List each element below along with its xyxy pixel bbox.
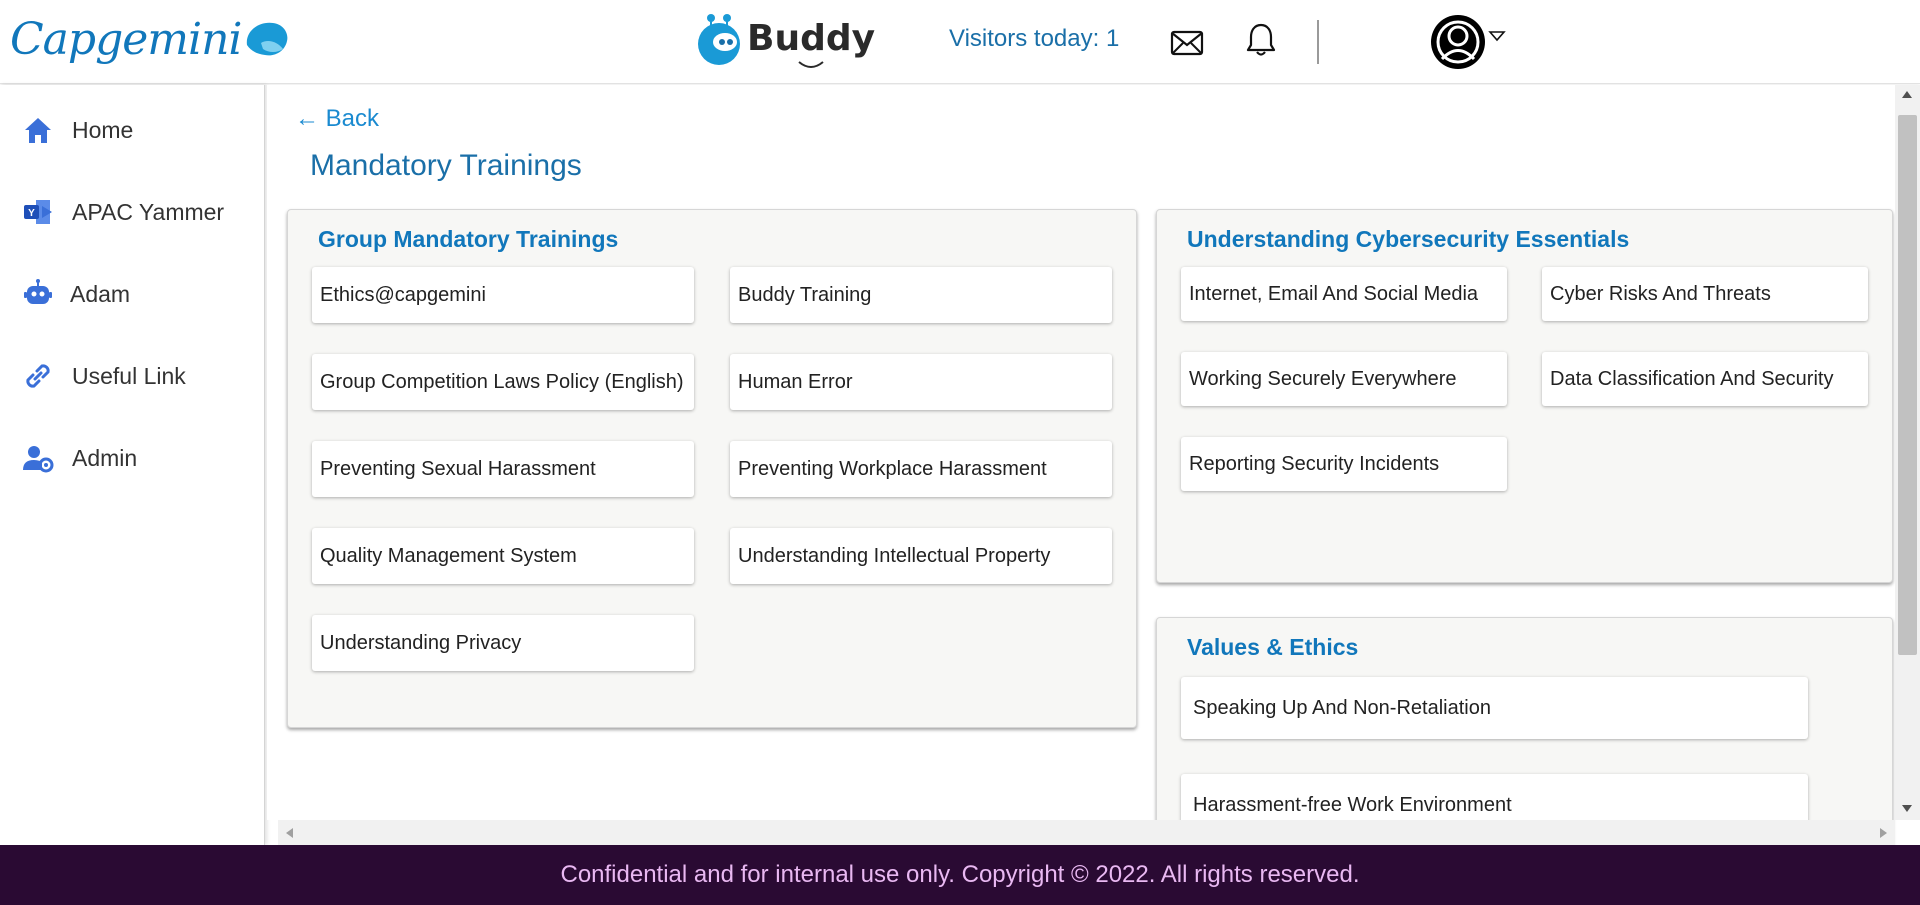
user-avatar-icon[interactable] — [1430, 14, 1486, 70]
page-title: Mandatory Trainings — [310, 149, 582, 182]
training-card[interactable]: Ethics@capgemini — [312, 267, 694, 323]
training-card[interactable]: Internet, Email And Social Media — [1181, 267, 1507, 321]
training-card[interactable]: Group Competition Laws Policy (English) — [312, 354, 694, 410]
visitors-counter: Visitors today: 1 — [949, 25, 1120, 52]
training-card[interactable]: Speaking Up And Non-Retaliation — [1181, 677, 1808, 739]
home-icon — [22, 114, 54, 146]
sidebar-item-adam[interactable]: Adam — [0, 264, 264, 324]
buddy-robot-icon — [698, 14, 740, 65]
panel-title: Understanding Cybersecurity Essentials — [1187, 226, 1630, 252]
buddy-logo[interactable]: Buddy — [697, 12, 875, 68]
training-card[interactable]: Quality Management System — [312, 528, 694, 584]
sidebar-item-admin[interactable]: Admin — [0, 428, 264, 488]
sidebar-item-label: Useful Link — [72, 362, 186, 389]
group-mandatory-trainings-panel: Group Mandatory Trainings Ethics@capgemi… — [287, 209, 1137, 728]
yammer-icon: Y — [22, 196, 54, 228]
robot-icon — [22, 278, 54, 310]
training-card[interactable]: Reporting Security Incidents — [1181, 437, 1507, 491]
training-card[interactable]: Human Error — [730, 354, 1112, 410]
brand-name: Capgemini — [10, 14, 242, 65]
mail-icon[interactable] — [1170, 30, 1204, 56]
training-card[interactable]: Working Securely Everywhere — [1181, 352, 1507, 406]
panel-title: Group Mandatory Trainings — [318, 226, 619, 252]
horizontal-scrollbar[interactable] — [278, 820, 1895, 845]
header-divider — [1317, 20, 1319, 64]
main-content: ← Back Mandatory Trainings Group Mandato… — [267, 85, 1897, 847]
back-link[interactable]: ← Back — [295, 105, 379, 133]
vertical-scrollbar[interactable] — [1895, 85, 1920, 820]
admin-gear-icon — [22, 442, 54, 474]
sidebar-item-home[interactable]: Home — [0, 100, 264, 160]
sidebar-item-useful-link[interactable]: Useful Link — [0, 346, 264, 406]
training-card[interactable]: Cyber Risks And Threats — [1542, 267, 1868, 321]
cybersecurity-essentials-panel: Understanding Cybersecurity Essentials I… — [1156, 209, 1893, 583]
training-card[interactable]: Preventing Sexual Harassment — [312, 441, 694, 497]
sidebar-item-label: Home — [72, 116, 134, 143]
sidebar-item-apac-yammer[interactable]: Y APAC Yammer — [0, 182, 264, 242]
link-icon — [22, 360, 54, 392]
panel-title: Values & Ethics — [1187, 634, 1359, 660]
chevron-down-icon[interactable] — [1488, 30, 1506, 42]
svg-text:Y: Y — [28, 208, 35, 219]
training-card[interactable]: Understanding Privacy — [312, 615, 694, 671]
training-card[interactable]: Buddy Training — [730, 267, 1112, 323]
sidebar-item-label: Admin — [72, 444, 138, 471]
app-name: Buddy — [747, 17, 876, 59]
sidebar: Home Y APAC Yammer Adam Useful Link Admi… — [0, 85, 265, 845]
values-ethics-panel: Values & Ethics Speaking Up And Non-Reta… — [1156, 617, 1893, 847]
training-card[interactable]: Understanding Intellectual Property — [730, 528, 1112, 584]
capgemini-logo[interactable]: Capgemini — [10, 14, 289, 65]
top-header: Capgemini Buddy Visitors today: 1 — [0, 0, 1920, 84]
scrollbar-thumb[interactable] — [1898, 115, 1917, 655]
training-card[interactable]: Data Classification And Security — [1542, 352, 1868, 406]
bell-icon[interactable] — [1245, 22, 1277, 58]
scroll-left-arrow-icon[interactable] — [286, 828, 293, 838]
sidebar-item-label: APAC Yammer — [72, 198, 225, 225]
footer: Confidential and for internal use only. … — [0, 845, 1920, 905]
training-card[interactable]: Preventing Workplace Harassment — [730, 441, 1112, 497]
smile-icon — [798, 61, 824, 68]
scroll-up-arrow-icon[interactable] — [1902, 91, 1912, 98]
scroll-right-arrow-icon[interactable] — [1880, 828, 1887, 838]
spade-logo-icon — [247, 22, 288, 55]
sidebar-item-label: Adam — [70, 280, 131, 307]
footer-copyright: Confidential and for internal use only. … — [560, 861, 1360, 888]
scroll-down-arrow-icon[interactable] — [1902, 805, 1912, 812]
